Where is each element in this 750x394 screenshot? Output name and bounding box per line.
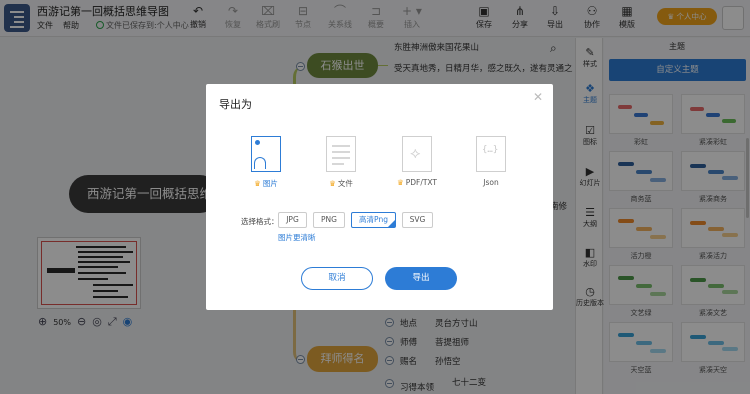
- document-icon: [326, 136, 356, 172]
- crown-icon: ♛: [396, 178, 404, 187]
- cancel-button[interactable]: 取消: [301, 267, 373, 290]
- format-label: ♛ 图片: [243, 178, 289, 189]
- crown-icon: ♛: [254, 179, 261, 188]
- format-label: Json: [468, 178, 514, 187]
- json-icon: {…}: [476, 136, 506, 172]
- confirm-export-button[interactable]: 导出: [385, 267, 457, 290]
- clearer-image-link[interactable]: 图片更清晰: [278, 232, 316, 243]
- crown-icon: ♛: [329, 179, 336, 188]
- format-option-jpg[interactable]: JPG: [278, 212, 307, 228]
- pdf-icon: ⟡: [402, 136, 432, 172]
- format-option-png[interactable]: PNG: [313, 212, 345, 228]
- format-option-svg[interactable]: SVG: [402, 212, 433, 228]
- format-label: ♛ PDF/TXT: [394, 178, 440, 187]
- close-icon[interactable]: ✕: [533, 90, 543, 104]
- export-dialog: 导出为 ✕ ♛ 图片 ♛ 文件 ⟡ ♛ PDF/TXT {…} Json 选择格式： …: [206, 84, 553, 310]
- format-pdf[interactable]: ⟡ ♛ PDF/TXT: [394, 136, 440, 187]
- dialog-title: 导出为: [219, 98, 252, 111]
- format-file[interactable]: ♛ 文件: [318, 136, 364, 189]
- image-file-icon: [251, 136, 281, 172]
- format-image[interactable]: ♛ 图片: [243, 136, 289, 189]
- format-pdf-label: PDF/TXT: [405, 178, 438, 187]
- format-file-label: 文件: [337, 179, 353, 188]
- format-label: ♛ 文件: [318, 178, 364, 189]
- format-image-label: 图片: [262, 179, 278, 188]
- format-option-hd-png[interactable]: 高清Png: [351, 212, 396, 228]
- format-json[interactable]: {…} Json: [468, 136, 514, 187]
- image-format-label: 选择格式：: [241, 217, 279, 226]
- format-json-label: Json: [483, 178, 499, 187]
